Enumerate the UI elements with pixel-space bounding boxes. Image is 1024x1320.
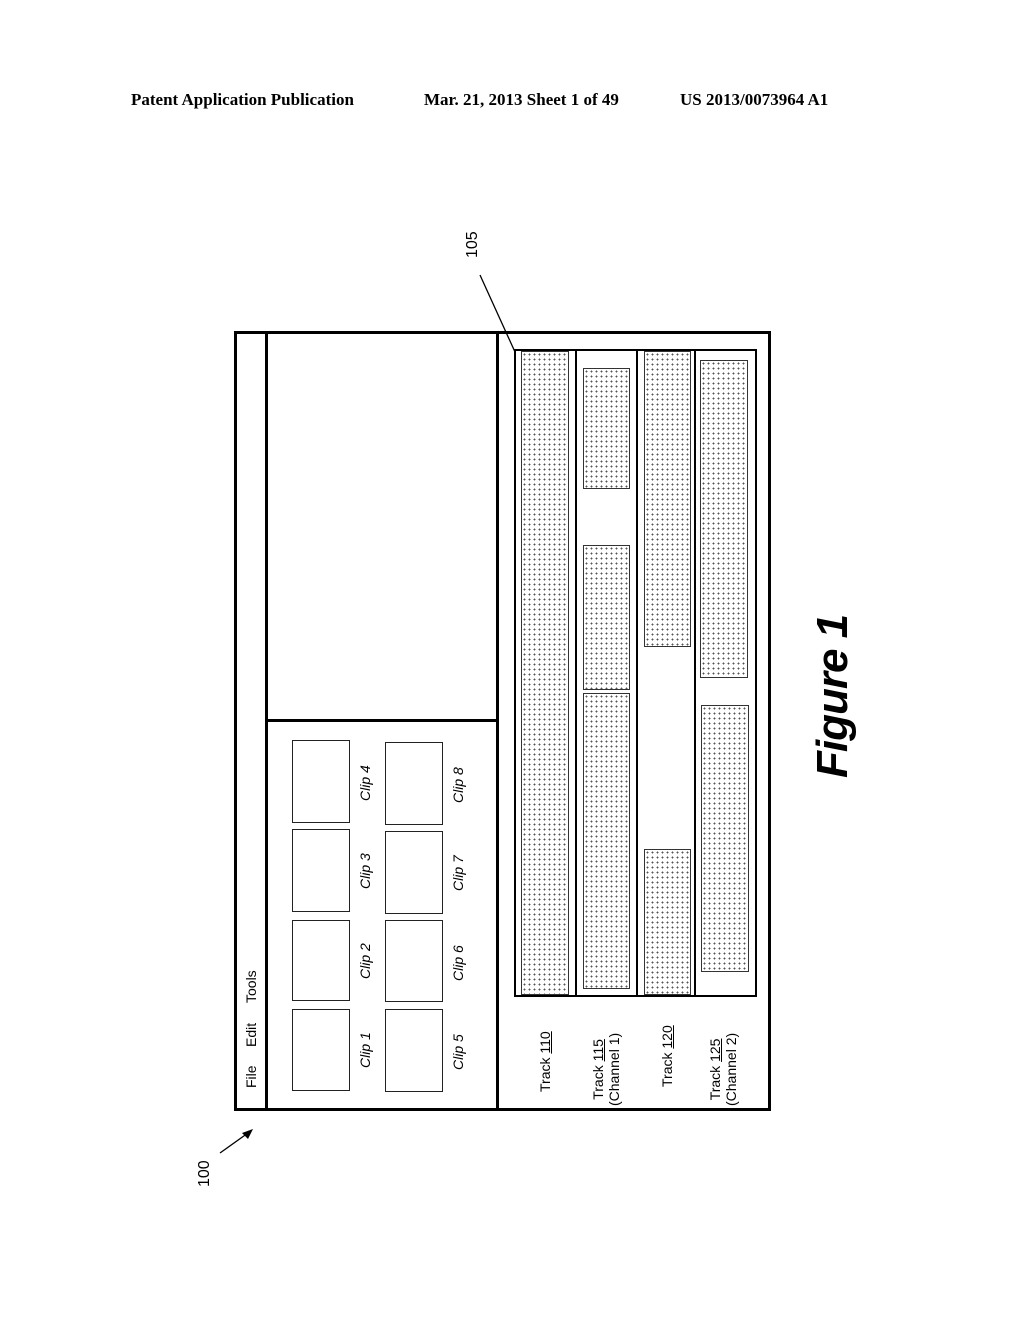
publication-date-sheet: Mar. 21, 2013 Sheet 1 of 49 (424, 90, 619, 109)
media-clip[interactable] (583, 693, 630, 989)
clip-thumbnail-7[interactable] (385, 831, 443, 914)
media-clip[interactable] (521, 351, 569, 995)
clip-label-3: Clip 3 (357, 853, 373, 889)
track-separator (694, 349, 696, 997)
track-number: 120 (659, 1025, 675, 1049)
media-clip[interactable] (583, 368, 630, 489)
track-label-prefix: Track (659, 1048, 675, 1087)
clip-thumbnail-5[interactable] (385, 1009, 443, 1092)
clip-label-6: Clip 6 (450, 945, 466, 981)
track-number: 115 (590, 1039, 606, 1062)
media-clip[interactable] (701, 705, 749, 972)
clip-label-1: Clip 1 (357, 1032, 373, 1068)
clip-label-2: Clip 2 (357, 943, 373, 979)
clip-thumbnail-2[interactable] (292, 920, 350, 1001)
track-label-115: Track 115 (Channel 1) (590, 1033, 622, 1106)
clip-thumbnail-8[interactable] (385, 742, 443, 825)
clip-label-5: Clip 5 (450, 1034, 466, 1070)
track-channel: (Channel 2) (723, 1032, 739, 1106)
clip-thumbnail-3[interactable] (292, 829, 350, 912)
media-clip[interactable] (644, 351, 691, 647)
track-label-110: Track 110 (537, 1031, 553, 1092)
menu-edit[interactable]: Edit (243, 1023, 259, 1047)
track-separator (636, 349, 638, 997)
clip-thumbnail-4[interactable] (292, 740, 350, 823)
track-label-120: Track 120 (659, 1025, 675, 1087)
clip-label-4: Clip 4 (357, 765, 373, 801)
clip-thumbnail-1[interactable] (292, 1009, 350, 1091)
track-channel: (Channel 1) (606, 1032, 622, 1106)
figure-caption: Figure 1 (808, 614, 857, 778)
publication-number: US 2013/0073964 A1 (680, 90, 829, 109)
menu-file[interactable]: File (243, 1065, 259, 1088)
media-clip[interactable] (700, 360, 748, 678)
track-label-prefix: Track (707, 1061, 723, 1101)
track-label-prefix: Track (590, 1061, 606, 1100)
track-number: 125 (707, 1038, 723, 1062)
publication-type: Patent Application Publication (131, 90, 354, 109)
track-label-prefix: Track (537, 1053, 553, 1092)
viewer-browser-divider (266, 719, 498, 722)
leader-line-105 (479, 274, 516, 353)
media-clip[interactable] (644, 849, 691, 995)
reference-numeral-100: 100 (196, 1160, 213, 1187)
preview-display-area (268, 334, 496, 719)
clip-label-8: Clip 8 (450, 767, 466, 803)
reference-numeral-105: 105 (464, 231, 481, 258)
clip-label-7: Clip 7 (450, 855, 466, 891)
arrow-icon (219, 1129, 253, 1154)
clip-thumbnail-6[interactable] (385, 920, 443, 1002)
media-clip[interactable] (583, 545, 630, 690)
menu-tools[interactable]: Tools (243, 970, 259, 1003)
track-label-125: Track 125 (Channel 2) (707, 1033, 739, 1106)
track-number: 110 (537, 1031, 553, 1054)
track-separator (575, 349, 577, 997)
